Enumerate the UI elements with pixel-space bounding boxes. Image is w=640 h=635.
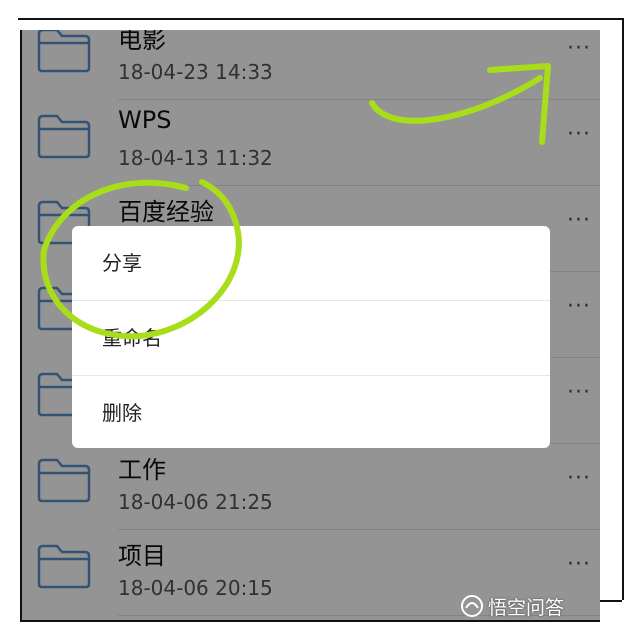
frame-side-edge: [598, 30, 624, 600]
menu-item-share[interactable]: 分享: [72, 226, 550, 300]
watermark-text: 悟空问答: [488, 596, 565, 619]
frame-bottom-edge: [598, 596, 622, 602]
phone-screen: 电影 18-04-23 14:33 ··· WPS 18-04-13 11:32…: [20, 30, 600, 622]
watermark: 悟空问答: [460, 592, 564, 620]
menu-item-delete[interactable]: 删除: [72, 375, 550, 450]
menu-item-rename[interactable]: 重命名: [72, 300, 550, 375]
watermark-logo-icon: [461, 595, 483, 617]
context-menu: 分享 重命名 删除: [72, 226, 550, 448]
